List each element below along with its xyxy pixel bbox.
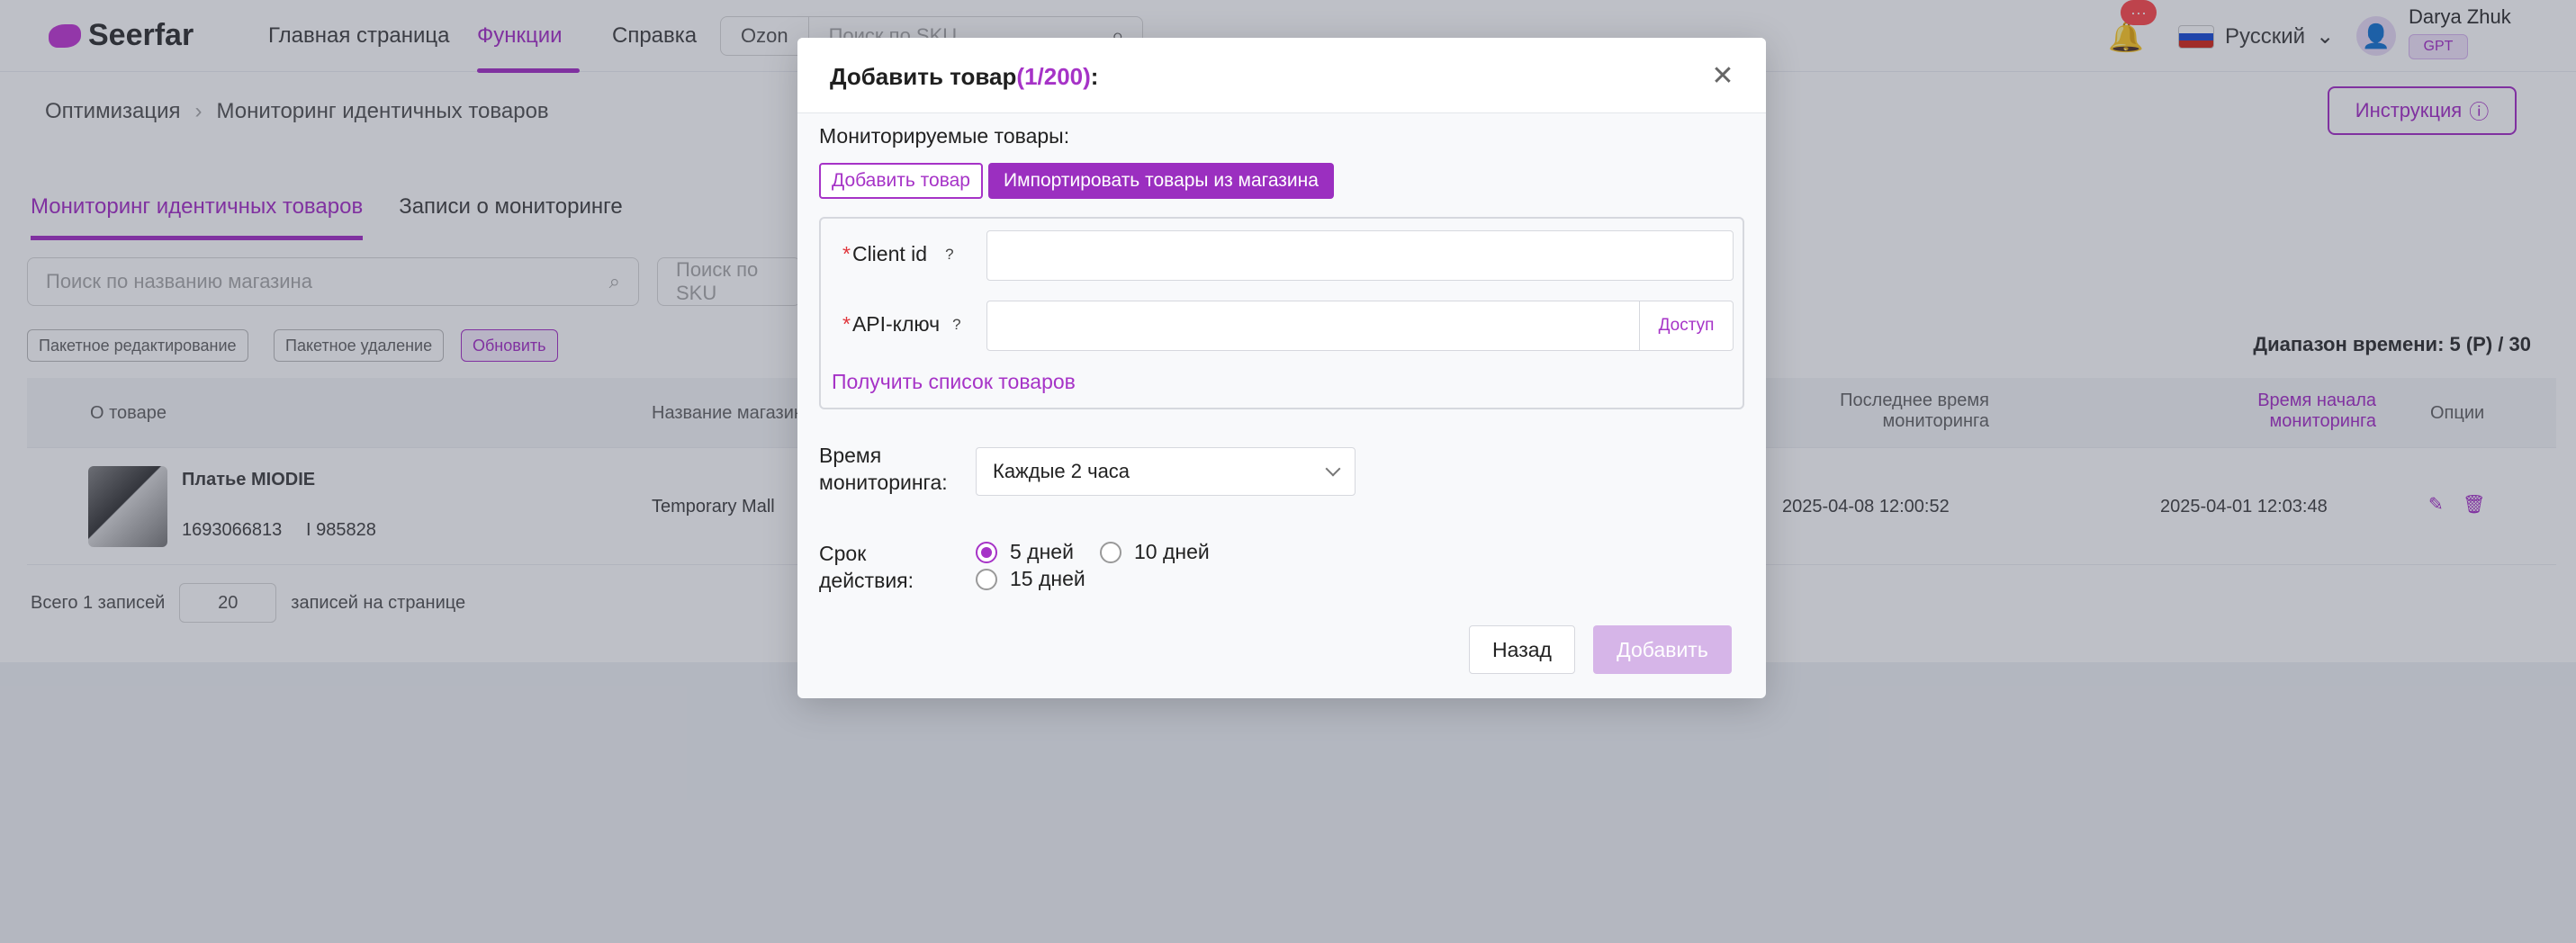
radio-checked-icon[interactable] <box>976 541 997 563</box>
add-product-tab-button[interactable]: Добавить товар <box>819 163 983 199</box>
required-mark: * <box>842 312 851 336</box>
api-key-label: * API-ключ ? <box>842 312 961 337</box>
duration-option-label: 10 дней <box>1134 540 1210 563</box>
required-mark: * <box>842 242 851 265</box>
duration-label: Срок действия: <box>819 542 914 592</box>
duration-option-label: 15 дней <box>1010 567 1085 590</box>
modal-title-text: Добавить товар <box>830 63 1017 90</box>
import-from-store-tab-button[interactable]: Импортировать товары из магазина <box>988 163 1334 199</box>
duration-option-15[interactable]: 15 дней <box>976 567 1085 591</box>
help-icon[interactable]: ? <box>945 246 953 264</box>
product-count: (1/200) <box>1016 63 1091 90</box>
duration-option-10[interactable]: 10 дней <box>1100 540 1210 564</box>
get-product-list-link[interactable]: Получить список товаров <box>832 370 1076 394</box>
api-key-input[interactable]: Доступ <box>986 301 1734 351</box>
modal-title: Добавить товар(1/200): <box>830 63 1098 91</box>
duration-option-5[interactable]: 5 дней <box>976 540 1074 564</box>
close-icon[interactable]: ✕ <box>1707 59 1739 92</box>
duration-radio-group: 5 дней 10 дней 15 дней <box>976 540 1246 597</box>
radio-unchecked-icon[interactable] <box>976 568 997 590</box>
monitored-products-label: Мониторируемые товары: <box>819 124 1070 148</box>
monitor-time-select[interactable]: Каждые 2 часа <box>976 447 1356 496</box>
add-button[interactable]: Добавить <box>1593 625 1732 674</box>
back-button[interactable]: Назад <box>1469 625 1575 674</box>
chevron-down-icon <box>1325 461 1341 477</box>
add-product-modal: Добавить товар(1/200): ✕ Мониторируемые … <box>797 38 1766 698</box>
api-key-label-text: API-ключ <box>851 312 941 336</box>
store-credentials-panel: * Client id ? * API-ключ ? Доступ Получи… <box>819 217 1744 409</box>
modal-title-colon: : <box>1090 63 1099 90</box>
client-id-input[interactable] <box>986 230 1734 281</box>
client-id-label-text: Client id <box>851 242 928 265</box>
client-id-label: * Client id ? <box>842 242 954 266</box>
radio-unchecked-icon[interactable] <box>1100 541 1121 563</box>
duration-option-label: 5 дней <box>1010 540 1074 563</box>
monitor-time-value: Каждые 2 часа <box>993 460 1130 482</box>
monitor-time-label: Время мониторинга: <box>819 444 948 494</box>
help-icon[interactable]: ? <box>952 316 960 334</box>
access-button[interactable]: Доступ <box>1639 301 1733 350</box>
modal-header: Добавить товар(1/200): ✕ <box>797 38 1766 113</box>
